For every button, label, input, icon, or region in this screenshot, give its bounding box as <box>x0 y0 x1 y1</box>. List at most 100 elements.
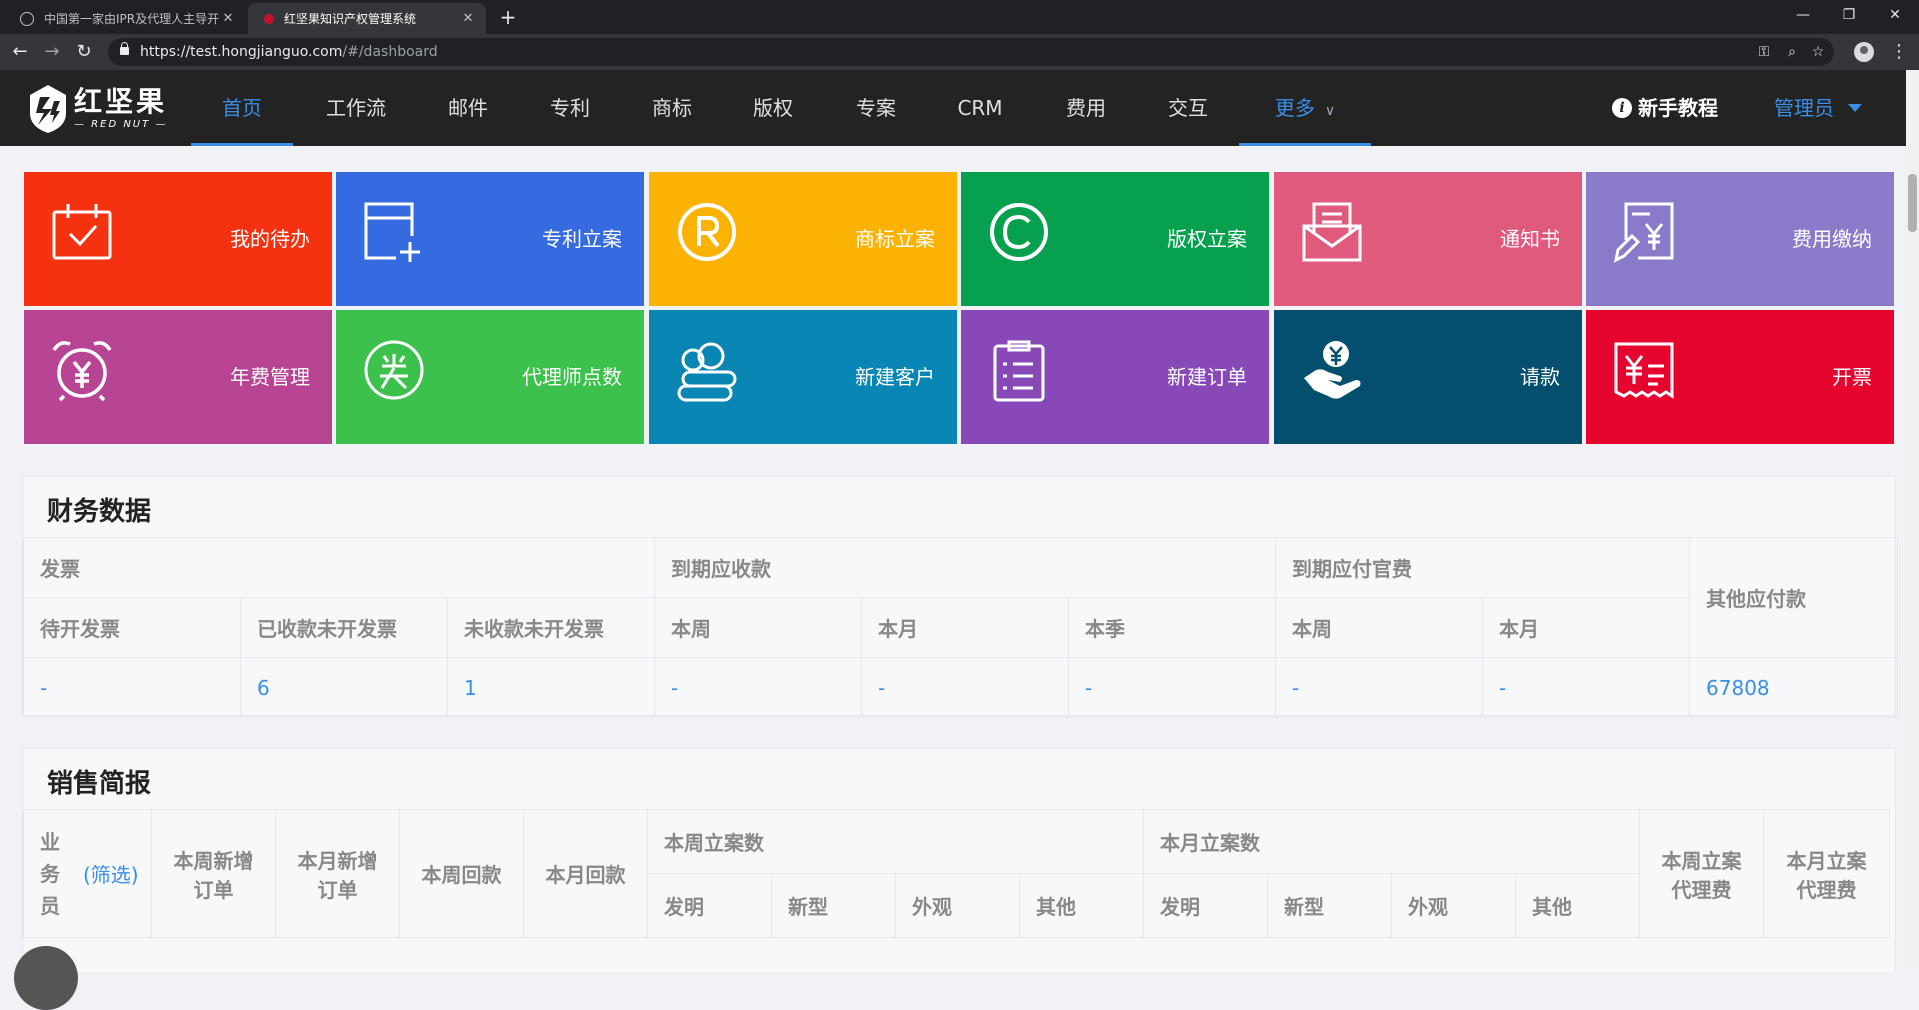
page-scrollbar[interactable] <box>1906 70 1919 972</box>
forward-arrow-icon[interactable]: → <box>40 40 64 64</box>
alarm-yen-icon <box>52 341 112 402</box>
nav-more[interactable]: 更多 ∨ <box>1239 70 1371 146</box>
sales-card: 销售简报 业务员 (筛选) 本周新增订单 本月新增订单 本周回款 本月回款 本周… <box>22 748 1896 972</box>
globe-icon <box>20 11 34 26</box>
browser-menu-icon[interactable]: ⋮ <box>1890 40 1908 64</box>
tile-fee-payment[interactable]: 费用缴纳 <box>1586 172 1894 306</box>
column-header: 未收款未开发票 <box>446 597 656 658</box>
lock-icon <box>120 42 129 55</box>
case-type-header: 新型 <box>771 873 896 938</box>
tile-copyright-filing[interactable]: 版权立案 <box>961 172 1269 306</box>
key-icon[interactable]: ⚿ <box>1754 42 1774 62</box>
restore-button[interactable]: ❐ <box>1826 0 1872 30</box>
finance-value[interactable]: 1 <box>446 657 656 718</box>
red-nut-favicon-icon <box>264 13 274 24</box>
column-header: 已收款未开发票 <box>240 597 448 658</box>
chevron-down-icon: ∨ <box>1324 103 1336 119</box>
column-header: 本月新增订单 <box>275 809 400 938</box>
nav-interaction[interactable]: 交互 <box>1150 70 1226 146</box>
finance-value[interactable]: 67808 <box>1689 657 1899 718</box>
back-arrow-icon[interactable]: ← <box>8 40 32 64</box>
group-week-cases: 本周立案数 <box>647 809 1144 874</box>
user-menu[interactable]: 管理员 <box>1774 70 1862 146</box>
customers-icon <box>677 342 737 402</box>
tile-new-order[interactable]: 新建订单 <box>961 310 1269 444</box>
address-bar[interactable]: https://test.hongjianguo.com/#/dashboard… <box>108 38 1834 66</box>
tile-new-customer[interactable]: 新建客户 <box>649 310 957 444</box>
floating-action-button[interactable] <box>14 946 78 1010</box>
nav-mail[interactable]: 邮件 <box>430 70 506 146</box>
case-type-header: 发明 <box>647 873 772 938</box>
url-text[interactable]: https://test.hongjianguo.com/#/dashboard <box>140 38 438 66</box>
close-tab-icon[interactable]: ✕ <box>220 11 236 26</box>
group-receivable: 到期应收款 <box>654 537 1277 598</box>
nav-project[interactable]: 专案 <box>838 70 914 146</box>
envelope-letter-icon <box>1302 202 1362 262</box>
tile-patent-filing[interactable]: 专利立案 <box>336 172 644 306</box>
tile-invoice[interactable]: 开票 <box>1586 310 1894 444</box>
copyright-icon <box>990 203 1048 261</box>
finance-value[interactable]: - <box>23 657 241 718</box>
reload-icon[interactable]: ↻ <box>72 40 96 64</box>
finance-value[interactable]: - <box>1482 657 1691 718</box>
column-header: 本周 <box>654 597 863 658</box>
tutorial-link[interactable]: i 新手教程 <box>1612 70 1718 146</box>
finance-value[interactable]: - <box>1068 657 1277 718</box>
logo[interactable]: 红坚果 — RED NUT — <box>28 82 167 136</box>
window-close-button[interactable]: ✕ <box>1872 0 1918 30</box>
nav-copyright[interactable]: 版权 <box>735 70 811 146</box>
nav-trademark[interactable]: 商标 <box>634 70 710 146</box>
column-header: 本周 <box>1275 597 1484 658</box>
column-header: 待开发票 <box>23 597 241 658</box>
column-header: 本月回款 <box>523 809 648 938</box>
tile-agent-points[interactable]: 代理师点数 <box>336 310 644 444</box>
column-header: 本季 <box>1068 597 1277 658</box>
tile-label: 费用缴纳 <box>1792 227 1872 251</box>
finance-value[interactable]: - <box>861 657 1070 718</box>
close-tab-icon[interactable]: ✕ <box>460 11 476 26</box>
tab-title: 中国第一家由IPR及代理人主导开 <box>44 12 220 26</box>
tile-label: 专利立案 <box>542 227 622 251</box>
new-tab-button[interactable]: + <box>496 5 520 29</box>
browser-tab-2[interactable]: 红坚果知识产权管理系统 ✕ <box>248 3 486 34</box>
tile-trademark-filing[interactable]: 商标立案 <box>649 172 957 306</box>
calendar-check-icon <box>52 204 112 260</box>
nav-crm[interactable]: CRM <box>940 70 1020 146</box>
case-type-header: 其他 <box>1515 873 1640 938</box>
browser-tab-1[interactable]: 中国第一家由IPR及代理人主导开 ✕ <box>4 3 246 34</box>
nav-patent[interactable]: 专利 <box>532 70 608 146</box>
case-type-header: 外观 <box>895 873 1020 938</box>
profile-avatar[interactable] <box>1854 42 1874 62</box>
logo-text: 红坚果 <box>74 85 168 118</box>
minimize-button[interactable]: — <box>1780 0 1826 30</box>
case-type-header: 外观 <box>1391 873 1516 938</box>
case-type-header: 新型 <box>1267 873 1392 938</box>
payment-bill-icon <box>1613 202 1674 263</box>
filter-link[interactable]: (筛选) <box>83 863 139 887</box>
finance-value[interactable]: - <box>654 657 863 718</box>
zoom-icon[interactable]: ⌕ <box>1782 42 1802 62</box>
nav-home[interactable]: 首页 <box>191 70 293 146</box>
bookmark-star-icon[interactable]: ☆ <box>1808 42 1828 62</box>
column-header: 本周回款 <box>399 809 524 938</box>
browser-toolbar: ← → ↻ https://test.hongjianguo.com/#/das… <box>0 34 1919 70</box>
group-official-fee: 到期应付官费 <box>1275 537 1691 598</box>
tile-payment-request[interactable]: 请款 <box>1274 310 1582 444</box>
invoice-icon <box>1614 342 1674 399</box>
hand-yen-icon <box>1304 341 1361 399</box>
column-header: 本周新增订单 <box>151 809 276 938</box>
tile-my-todo[interactable]: 我的待办 <box>24 172 332 306</box>
tile-label: 版权立案 <box>1167 227 1247 251</box>
tile-annual-fee[interactable]: 年费管理 <box>24 310 332 444</box>
sales-title: 销售简报 <box>47 769 152 799</box>
group-invoice: 发票 <box>22 537 656 598</box>
finance-value[interactable]: - <box>1275 657 1484 718</box>
tile-notice[interactable]: 通知书 <box>1274 172 1582 306</box>
scrollbar-thumb[interactable] <box>1908 174 1917 232</box>
tab-title: 红坚果知识产权管理系统 <box>284 12 417 26</box>
add-window-icon <box>364 202 420 262</box>
finance-value[interactable]: 6 <box>240 657 448 718</box>
nav-fees[interactable]: 费用 <box>1048 70 1124 146</box>
tile-label: 代理师点数 <box>522 365 622 389</box>
nav-workflow[interactable]: 工作流 <box>312 70 400 146</box>
